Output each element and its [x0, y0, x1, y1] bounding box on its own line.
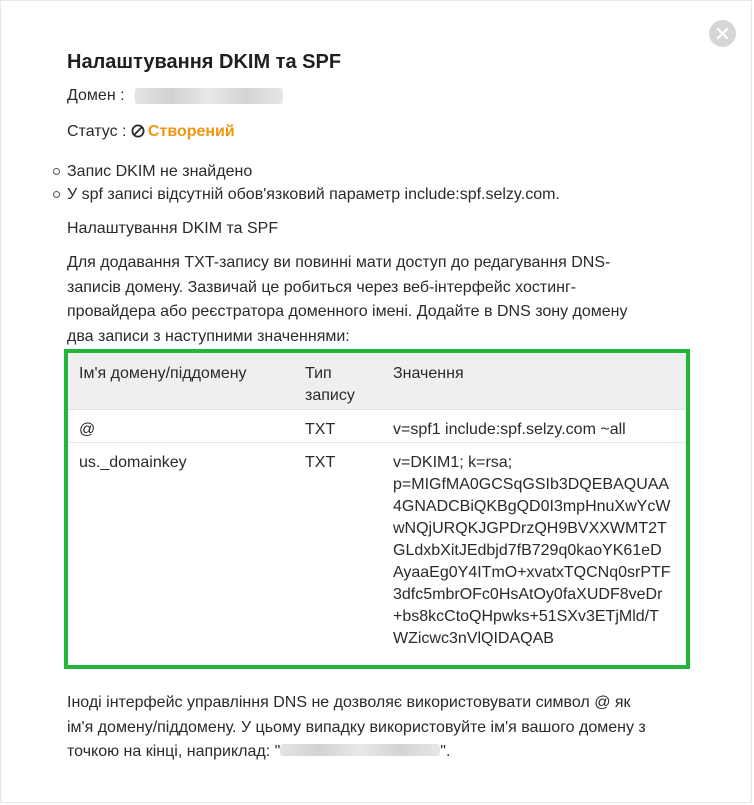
no-entry-icon [131, 123, 145, 145]
domain-label: Домен : [67, 87, 125, 104]
footer-note: Іноді інтерфейс управління DNS не дозвол… [67, 694, 646, 760]
row2-value: v=DKIM1; k=rsa; p=MIGfMA0GCSqGSIb3DQEBAQ… [393, 454, 671, 647]
issues-list: Запис DKIM не знайдено У spf записі відс… [51, 160, 560, 206]
header-value: Значення [393, 365, 464, 382]
section-heading: Налаштування DKIM та SPF [67, 220, 279, 237]
row2-name: us._domainkey [79, 454, 187, 471]
close-icon [717, 28, 728, 39]
example-domain-redacted [280, 744, 441, 756]
dkim-spf-dialog: Налаштування DKIM та SPF Домен : Статус … [0, 0, 752, 803]
dns-records-table: Ім'я домену/піддомену Тип запису Значенн… [64, 349, 690, 669]
list-item: У spf записі відсутній обов'язковий пара… [51, 183, 560, 206]
row-divider [68, 442, 686, 443]
domain-row: Домен : [67, 85, 283, 107]
status-label: Статус : [67, 123, 127, 140]
list-item: Запис DKIM не знайдено [51, 160, 560, 183]
row1-name: @ [79, 421, 96, 438]
row2-type: TXT [305, 454, 336, 471]
bullet-icon [53, 191, 60, 198]
row1-type: TXT [305, 421, 336, 438]
row1-value: v=spf1 include:spf.selzy.com ~all [393, 421, 626, 438]
bullet-icon [53, 168, 60, 175]
dialog-title: Налаштування DKIM та SPF [67, 51, 342, 73]
status-row: Статус : Створений [67, 121, 235, 145]
domain-value-redacted [135, 87, 283, 104]
instructions-text: Для додавання TXT-запису ви повинні мати… [67, 254, 628, 345]
close-button[interactable] [709, 20, 736, 47]
status-value: Створений [147, 123, 235, 140]
header-domain-name: Ім'я домену/піддомену [79, 365, 247, 382]
header-record-type: Тип запису [305, 365, 355, 404]
